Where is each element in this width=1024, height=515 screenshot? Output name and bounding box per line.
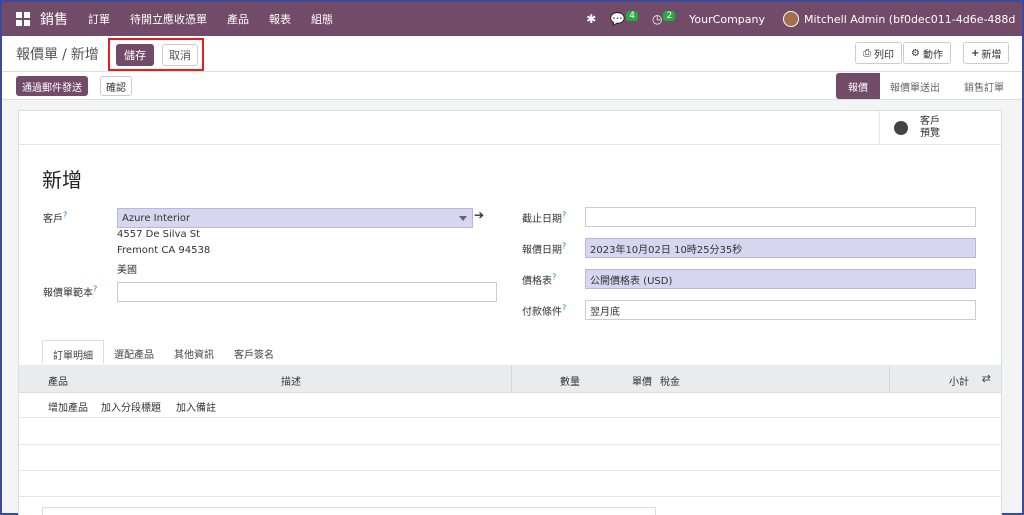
tab-optional-products[interactable]: 選配產品: [104, 340, 164, 364]
company-switcher[interactable]: YourCompany: [689, 13, 765, 26]
tab-customer-signature[interactable]: 客戶簽名: [224, 340, 284, 364]
preview-line-1: 客戶: [920, 116, 940, 127]
stage-quotation[interactable]: 報價: [836, 73, 880, 99]
stage-quotation-sent[interactable]: 報價單送出: [890, 73, 940, 99]
avatar[interactable]: [783, 11, 799, 27]
col-product[interactable]: 產品: [48, 373, 68, 388]
menu-reporting[interactable]: 報表: [269, 11, 291, 27]
col-taxes[interactable]: 稅金: [660, 373, 680, 388]
breadcrumb-parent[interactable]: 報價單: [16, 47, 58, 63]
menu-configuration[interactable]: 組態: [311, 11, 333, 27]
column-divider: [889, 365, 890, 393]
order-lines-header: 產品 描述 數量 單價 稅金 小計 ⇄: [19, 365, 1001, 393]
menu-to-invoice[interactable]: 待開立應收憑單: [130, 11, 207, 27]
activities-clock-icon[interactable]: ◷ 2: [652, 11, 676, 26]
customer-preview-button[interactable]: 客戶 預覽: [879, 111, 1001, 145]
customer-value: Azure Interior: [122, 212, 191, 224]
new-button[interactable]: + 新增: [963, 42, 1010, 64]
add-product-link[interactable]: 增加產品: [48, 399, 88, 414]
expiration-label: 截止日期?: [522, 210, 567, 225]
col-unit-price[interactable]: 單價: [632, 373, 652, 388]
activities-count-badge: 2: [663, 11, 676, 21]
plus-icon: +: [971, 47, 980, 59]
table-row: [19, 445, 1001, 471]
top-navbar: 銷售 訂單 待開立應收憑單 產品 報表 組態 ✱ 💬 4 ◷ 2 YourCompa…: [2, 2, 1022, 36]
tab-order-lines[interactable]: 訂單明細: [42, 340, 104, 364]
chevron-down-icon[interactable]: [459, 216, 467, 221]
customer-preview-label: 客戶 預覽: [920, 116, 940, 140]
page-title: 新增: [42, 168, 82, 192]
print-button[interactable]: ⎙ 列印: [855, 42, 902, 64]
menu-orders[interactable]: 訂單: [88, 11, 110, 27]
col-quantity[interactable]: 數量: [560, 373, 580, 388]
quotation-template-field[interactable]: [117, 282, 497, 302]
preview-line-2: 預覽: [920, 128, 940, 139]
tab-other-info[interactable]: 其他資訊: [164, 340, 224, 364]
column-divider: [511, 365, 512, 393]
breadcrumb-current: 新增: [70, 47, 99, 63]
new-label: 新增: [981, 49, 1002, 61]
quotation-date-label: 報價日期?: [522, 241, 567, 256]
debug-bug-icon[interactable]: ✱: [586, 12, 596, 26]
terms-note-field[interactable]: [42, 507, 656, 515]
table-row: [19, 471, 1001, 497]
address-line: 美國: [117, 265, 137, 276]
action-label: 動作: [922, 49, 943, 61]
customer-field[interactable]: Azure Interior: [117, 208, 473, 228]
breadcrumb: 報價單 / 新增: [16, 44, 99, 64]
add-note-link[interactable]: 加入備註: [176, 399, 216, 414]
user-menu[interactable]: Mitchell Admin (bf0dec011-4d6e-488d-...: [804, 13, 1016, 26]
payment-terms-label: 付款條件?: [522, 303, 567, 318]
statusbar: 通過郵件發送 確認 報價 報價單送出 銷售訂單: [2, 72, 1022, 100]
messages-count-badge: 4: [626, 11, 638, 21]
quotation-date-field[interactable]: 2023年10月02日 10時25分35秒: [585, 238, 976, 258]
add-section-link[interactable]: 加入分段標題: [101, 399, 161, 414]
breadcrumb-separator: /: [62, 47, 67, 63]
stage-sales-order[interactable]: 銷售訂單: [964, 73, 1004, 99]
annotation-highlight-box: [108, 38, 204, 71]
pricelist-label: 價格表?: [522, 272, 557, 287]
action-button[interactable]: ⚙ 動作: [903, 42, 951, 64]
payment-terms-field[interactable]: 翌月底: [585, 300, 976, 320]
print-icon: ⎙: [863, 47, 871, 59]
menu-products[interactable]: 產品: [227, 11, 249, 27]
address-line: 4557 De Silva St: [117, 229, 201, 240]
app-name[interactable]: 銷售: [40, 9, 68, 29]
globe-icon: [894, 121, 908, 135]
customer-label: 客戶?: [43, 210, 68, 225]
quotation-template-label: 報價單範本?: [43, 284, 98, 299]
optional-columns-icon[interactable]: ⇄: [982, 372, 991, 385]
send-by-email-button[interactable]: 通過郵件發送: [16, 76, 88, 96]
col-subtotal[interactable]: 小計: [949, 373, 969, 388]
table-row: [19, 419, 1001, 445]
expiration-date-field[interactable]: [585, 207, 976, 227]
sheet-button-box: 客戶 預覽: [19, 111, 1001, 145]
pricelist-field[interactable]: 公開價格表 (USD): [585, 269, 976, 289]
add-line-row: 增加產品 加入分段標題 加入備註: [19, 394, 1001, 418]
gear-icon: ⚙: [911, 47, 920, 59]
notebook-tabs: 訂單明細 選配產品 其他資訊 客戶簽名: [42, 340, 284, 364]
print-label: 列印: [874, 49, 894, 61]
messages-icon[interactable]: 💬 4: [610, 11, 638, 26]
arrow-right-icon[interactable]: ➔: [474, 208, 484, 222]
col-description[interactable]: 描述: [281, 373, 301, 388]
apps-menu-icon[interactable]: [16, 12, 30, 26]
address-line: Fremont CA 94538: [117, 245, 211, 256]
confirm-button[interactable]: 確認: [100, 76, 132, 96]
